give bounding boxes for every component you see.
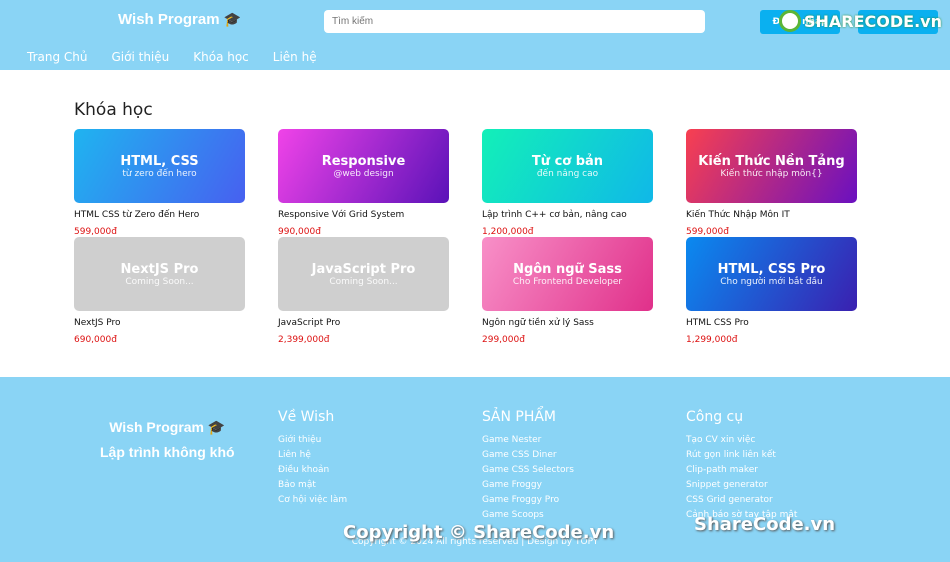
footer-link[interactable]: CSS Grid generator [686, 495, 797, 505]
course-grid: HTML, CSS từ zero đến hero HTML CSS từ Z… [74, 129, 950, 345]
footer-link[interactable]: Tạo CV xin việc [686, 435, 797, 445]
thumbnail-subtitle: Kiến thức nhập môn{} [720, 168, 823, 179]
footer-link[interactable]: Rút gọn link liên kết [686, 450, 797, 460]
footer-column-title: Công cụ [686, 409, 744, 425]
courses-section: Khóa học HTML, CSS từ zero đến hero HTML… [0, 70, 950, 345]
footer-column: Về Wish Giới thiệu Liên hệ Điều khoản Bảo mậ… [278, 409, 347, 510]
main-nav: Trang Chủ Giới thiệu Khóa học Liên hệ [27, 50, 317, 64]
footer-link[interactable]: Snippet generator [686, 480, 797, 490]
watermark-text: SHARECODE.vn [804, 11, 942, 31]
footer-column-title: SẢN PHẨM [482, 409, 557, 425]
footer-column: SẢN PHẨM Game Nester Game CSS Diner Game CS… [482, 409, 574, 525]
page-title: Khóa học [74, 100, 153, 120]
course-card[interactable]: Kiến Thức Nền Tảng Kiến thức nhập môn{} … [686, 129, 857, 237]
footer-link[interactable]: Game CSS Selectors [482, 465, 574, 475]
course-price: 599,000đ [74, 227, 117, 237]
nav-home[interactable]: Trang Chủ [27, 50, 87, 64]
course-card[interactable]: Responsive @web design Responsive Với Gr… [278, 129, 449, 237]
course-card[interactable]: NextJS Pro Coming Soon... NextJS Pro 690… [74, 237, 245, 345]
logo[interactable]: Wish Program 🎓 [118, 11, 241, 28]
course-card[interactable]: HTML, CSS từ zero đến hero HTML CSS từ Z… [74, 129, 245, 237]
footer-link[interactable]: Game Froggy [482, 480, 574, 490]
footer-link[interactable]: Cơ hội việc làm [278, 495, 347, 505]
thumbnail-title: Responsive [321, 153, 406, 169]
search-input[interactable] [324, 10, 705, 33]
course-name[interactable]: Lập trình C++ cơ bản, nâng cao [482, 210, 653, 220]
course-name[interactable]: JavaScript Pro [278, 318, 449, 328]
course-thumbnail[interactable]: JavaScript Pro Coming Soon... [278, 237, 449, 311]
course-thumbnail[interactable]: Kiến Thức Nền Tảng Kiến thức nhập môn{} [686, 129, 857, 203]
thumbnail-subtitle: từ zero đến hero [122, 168, 197, 179]
course-thumbnail[interactable]: Responsive @web design [278, 129, 449, 203]
course-thumbnail[interactable]: HTML, CSS Pro Cho người mới bắt đầu [686, 237, 857, 311]
footer-column-title: Về Wish [278, 409, 335, 425]
course-thumbnail[interactable]: Từ cơ bản đến nâng cao [482, 129, 653, 203]
footer-logo: Wish Program [109, 419, 204, 435]
thumbnail-title: Kiến Thức Nền Tảng [698, 153, 845, 169]
thumbnail-subtitle: Cho Frontend Developer [512, 276, 623, 287]
footer-column: Công cụ Tạo CV xin việc Rút gọn link liên … [686, 409, 797, 525]
course-card[interactable]: JavaScript Pro Coming Soon... JavaScript… [278, 237, 449, 345]
footer-link[interactable]: Clip-path maker [686, 465, 797, 475]
footer-link[interactable]: Điều khoản [278, 465, 347, 475]
footer-link[interactable]: Liên hệ [278, 450, 347, 460]
thumbnail-subtitle: @web design [333, 168, 394, 179]
course-name[interactable]: Ngôn ngữ tiền xử lý Sass [482, 318, 653, 328]
course-name[interactable]: HTML CSS Pro [686, 318, 857, 328]
header: Wish Program🎓 Đăng nhập SHARECODE.vn Tra… [0, 0, 950, 70]
footer-link[interactable]: Game Scoops [482, 510, 574, 520]
course-price: 299,000đ [482, 335, 525, 345]
watermark-logo: SHARECODE.vn [779, 10, 942, 32]
thumbnail-title: Ngôn ngữ Sass [513, 261, 622, 277]
course-name[interactable]: HTML CSS từ Zero đến Hero [74, 210, 245, 220]
nav-about[interactable]: Giới thiệu [111, 50, 169, 64]
nav-contact[interactable]: Liên hệ [273, 50, 317, 64]
footer-slogan: Lập trình không khó [100, 444, 235, 460]
graduation-cap-icon: 🎓 [223, 11, 241, 27]
watermark-text: Copyright © ShareCode.vn [343, 522, 615, 543]
watermark-text: ShareCode.vn [694, 514, 836, 535]
course-price: 599,000đ [686, 227, 729, 237]
thumbnail-subtitle: Coming Soon... [125, 276, 194, 287]
course-thumbnail[interactable]: HTML, CSS từ zero đến hero [74, 129, 245, 203]
thumbnail-subtitle: Cho người mới bắt đầu [720, 276, 823, 287]
course-name[interactable]: NextJS Pro [74, 318, 245, 328]
course-card[interactable]: Từ cơ bản đến nâng cao Lập trình C++ cơ … [482, 129, 653, 237]
course-price: 1,200,000đ [482, 227, 534, 237]
course-price: 1,299,000đ [686, 335, 738, 345]
thumbnail-title: HTML, CSS [120, 153, 199, 169]
course-card[interactable]: Ngôn ngữ Sass Cho Frontend Developer Ngô… [482, 237, 653, 345]
course-thumbnail[interactable]: Ngôn ngữ Sass Cho Frontend Developer [482, 237, 653, 311]
course-price: 990,000đ [278, 227, 321, 237]
footer-link[interactable]: Giới thiệu [278, 435, 347, 445]
logo-text: Wish Program [118, 11, 220, 28]
graduation-cap-icon: 🎓 [207, 419, 226, 435]
sharecode-icon [779, 10, 801, 32]
course-name[interactable]: Kiến Thức Nhập Môn IT [686, 210, 857, 220]
nav-courses[interactable]: Khóa học [193, 50, 249, 64]
course-thumbnail[interactable]: NextJS Pro Coming Soon... [74, 237, 245, 311]
footer: Wish Program 🎓 Lập trình không khó Về Wi… [0, 377, 950, 562]
thumbnail-subtitle: đến nâng cao [536, 168, 599, 179]
footer-link[interactable]: Game Nester [482, 435, 574, 445]
thumbnail-title: Từ cơ bản [531, 153, 604, 169]
footer-link[interactable]: Game CSS Diner [482, 450, 574, 460]
course-name[interactable]: Responsive Với Grid System [278, 210, 449, 220]
thumbnail-title: NextJS Pro [120, 261, 199, 277]
course-card[interactable]: HTML, CSS Pro Cho người mới bắt đầu HTML… [686, 237, 857, 345]
footer-brand: Wish Program 🎓 Lập trình không khó [100, 419, 235, 460]
footer-link[interactable]: Bảo mật [278, 480, 347, 490]
thumbnail-title: HTML, CSS Pro [717, 261, 826, 277]
thumbnail-title: JavaScript Pro [311, 261, 416, 277]
course-price: 690,000đ [74, 335, 117, 345]
thumbnail-subtitle: Coming Soon... [329, 276, 398, 287]
footer-link[interactable]: Game Froggy Pro [482, 495, 574, 505]
course-price: 2,399,000đ [278, 335, 330, 345]
